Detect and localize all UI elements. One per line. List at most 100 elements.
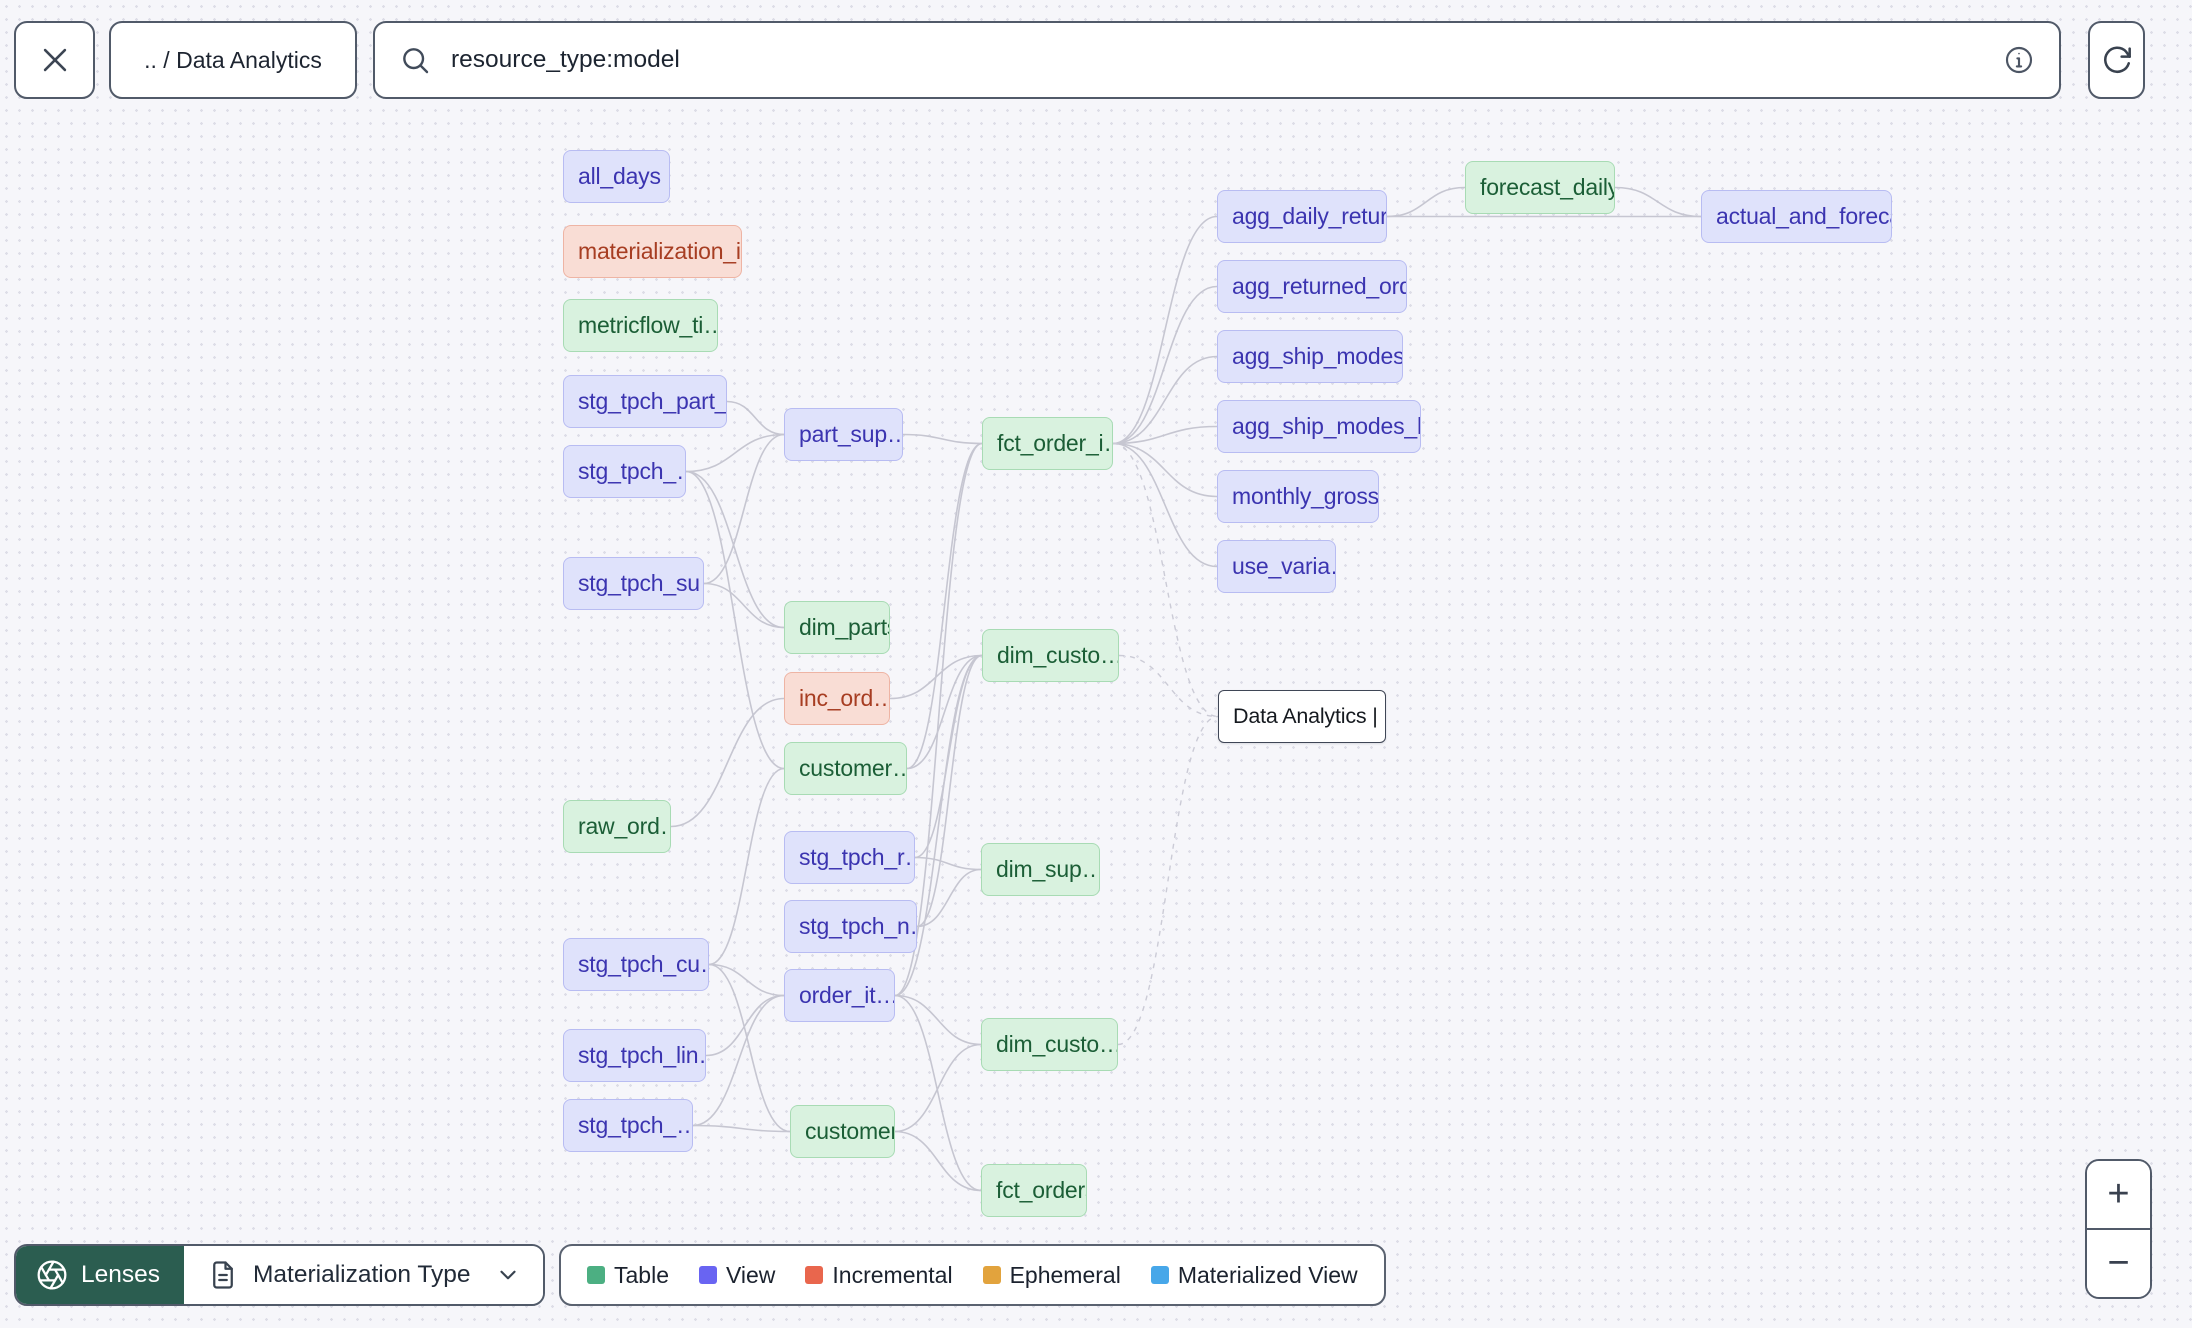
graph-node-raw_ord[interactable]: raw_ord… (563, 800, 671, 853)
graph-node-metricflow_ti[interactable]: metricflow_ti… (563, 299, 718, 352)
graph-node-agg_ship_ha[interactable]: agg_ship_modes_ha… (1217, 400, 1421, 453)
graph-edge (902, 433, 983, 445)
graph-node-stg_tpch_part[interactable]: stg_tpch_part_… (563, 375, 727, 428)
legend-label: Table (614, 1261, 669, 1288)
graph-node-dim_custo_a[interactable]: dim_custo… (982, 629, 1119, 682)
graph-edge (906, 654, 983, 770)
graph-edge (708, 963, 785, 997)
graph-edge (726, 400, 785, 436)
legend-swatch (587, 1266, 605, 1284)
graph-edge (1117, 715, 1219, 1046)
zoom-in-button[interactable]: + (2087, 1161, 2150, 1228)
breadcrumb[interactable]: .. / Data Analytics (109, 21, 357, 99)
legend-item: Incremental (805, 1262, 953, 1289)
graph-node-fct_order_i[interactable]: fct_order_i… (982, 417, 1113, 470)
graph-edge (894, 994, 982, 1192)
graph-edge (894, 1130, 982, 1192)
legend-item: Ephemeral (982, 1261, 1121, 1289)
graph-edge (692, 994, 785, 1127)
graph-node-materialization_i[interactable]: materialization_i… (563, 225, 742, 278)
info-icon[interactable] (2003, 44, 2035, 76)
graph-edge (1112, 442, 1219, 718)
graph-edge (703, 582, 785, 629)
lineage-canvas[interactable]: all_days materialization_i… metricflow_ti…… (0, 0, 2192, 1328)
graph-node-agg_daily[interactable]: agg_daily_retur… (1217, 190, 1387, 243)
search-input[interactable] (449, 45, 1985, 75)
search-icon (399, 44, 431, 76)
graph-edge (894, 994, 982, 1046)
legend-item: View (698, 1261, 776, 1289)
graph-edge (889, 654, 983, 700)
graph-node-customer_b[interactable]: customer… (790, 1105, 895, 1158)
graph-edge (1386, 186, 1466, 218)
graph-node-agg_ship_d[interactable]: agg_ship_modes_d… (1217, 330, 1403, 383)
graph-edge (894, 1043, 982, 1133)
graph-node-inc_ord[interactable]: inc_ord… (784, 672, 890, 725)
graph-node-agg_returned[interactable]: agg_returned_orde… (1217, 260, 1407, 313)
graph-node-stg_tpch_r[interactable]: stg_tpch_r… (784, 831, 915, 884)
graph-edge (708, 767, 785, 966)
legend-item: Materialized View (1150, 1261, 1358, 1289)
refresh-icon (2101, 44, 2133, 76)
legend-label: Ephemeral (1009, 1261, 1121, 1288)
graph-edge (705, 994, 785, 1057)
graph-edge (914, 654, 983, 859)
graph-edge (703, 433, 785, 585)
refresh-button[interactable] (2088, 21, 2145, 99)
graph-edge (916, 868, 982, 928)
legend-label: Materialized View (1177, 1261, 1358, 1288)
lens-selector[interactable]: Materialization Type (184, 1246, 544, 1304)
search-bar[interactable] (373, 21, 2061, 99)
graph-node-monthly_gross[interactable]: monthly_gross… (1217, 470, 1379, 523)
legend-swatch (1150, 1266, 1169, 1284)
graph-edge (1112, 355, 1218, 445)
lenses-button[interactable]: Lenses (16, 1246, 185, 1304)
graph-edge (692, 1124, 791, 1133)
graph-node-stg_tpch_lin[interactable]: stg_tpch_lin… (563, 1029, 706, 1082)
graph-node-part_sup[interactable]: part_sup… (784, 408, 903, 461)
graph-node-dim_parts[interactable]: dim_parts (784, 601, 890, 654)
graph-edge (914, 856, 982, 871)
breadcrumb-label: .. / Data Analytics (144, 46, 322, 73)
materialization-legend: Table View Incremental Ephemeral Materialize… (559, 1244, 1386, 1306)
zoom-controls: + − (2085, 1159, 2152, 1299)
graph-node-stg_tpch_b[interactable]: stg_tpch_… (563, 1099, 693, 1152)
close-icon (38, 43, 72, 77)
lens-control: Lenses Materialization Type (14, 1244, 546, 1306)
graph-edge (1614, 186, 1702, 218)
graph-edge (685, 433, 785, 473)
graph-edge (670, 697, 785, 828)
graph-edge (708, 963, 791, 1133)
graph-edge (685, 470, 785, 770)
graph-node-stg_tpch_cu[interactable]: stg_tpch_cu… (563, 938, 709, 991)
graph-edge (906, 442, 983, 770)
graph-node-customer_a[interactable]: customer… (784, 742, 907, 795)
graph-node-stg_tpch_a[interactable]: stg_tpch_… (563, 445, 686, 498)
zoom-out-button[interactable]: − (2087, 1230, 2150, 1297)
graph-edge (916, 654, 983, 928)
graph-edge (1118, 654, 1219, 718)
close-button[interactable] (14, 21, 95, 99)
graph-edge (1112, 442, 1218, 568)
graph-node-dim_custo_b[interactable]: dim_custo… (981, 1018, 1118, 1071)
graph-node-dim_sup[interactable]: dim_sup… (981, 843, 1100, 896)
graph-node-data_analytics[interactable]: Data Analytics | … (1218, 690, 1386, 743)
graph-edge (1112, 425, 1218, 445)
graph-node-all_days[interactable]: all_days (563, 150, 670, 203)
legend-label: View (725, 1261, 776, 1288)
graph-node-actual_forecast[interactable]: actual_and_foreca… (1701, 190, 1892, 243)
legend-swatch (698, 1266, 717, 1284)
graph-node-use_varia[interactable]: use_varia… (1217, 540, 1336, 593)
aperture-icon (36, 1259, 68, 1291)
graph-node-fct_orders[interactable]: fct_orders (981, 1164, 1087, 1217)
graph-edge (1112, 285, 1218, 445)
legend-swatch (982, 1266, 1001, 1284)
lens-selector-label: Materialization Type (253, 1261, 471, 1288)
graph-node-order_it[interactable]: order_it… (784, 969, 895, 1022)
legend-item: Table (587, 1262, 669, 1289)
graph-node-stg_tpch_su[interactable]: stg_tpch_su… (563, 557, 704, 610)
graph-node-forecast_daily[interactable]: forecast_daily… (1465, 161, 1615, 214)
document-icon (208, 1260, 238, 1290)
graph-node-stg_tpch_n[interactable]: stg_tpch_n… (784, 900, 917, 953)
lenses-label: Lenses (81, 1261, 161, 1288)
